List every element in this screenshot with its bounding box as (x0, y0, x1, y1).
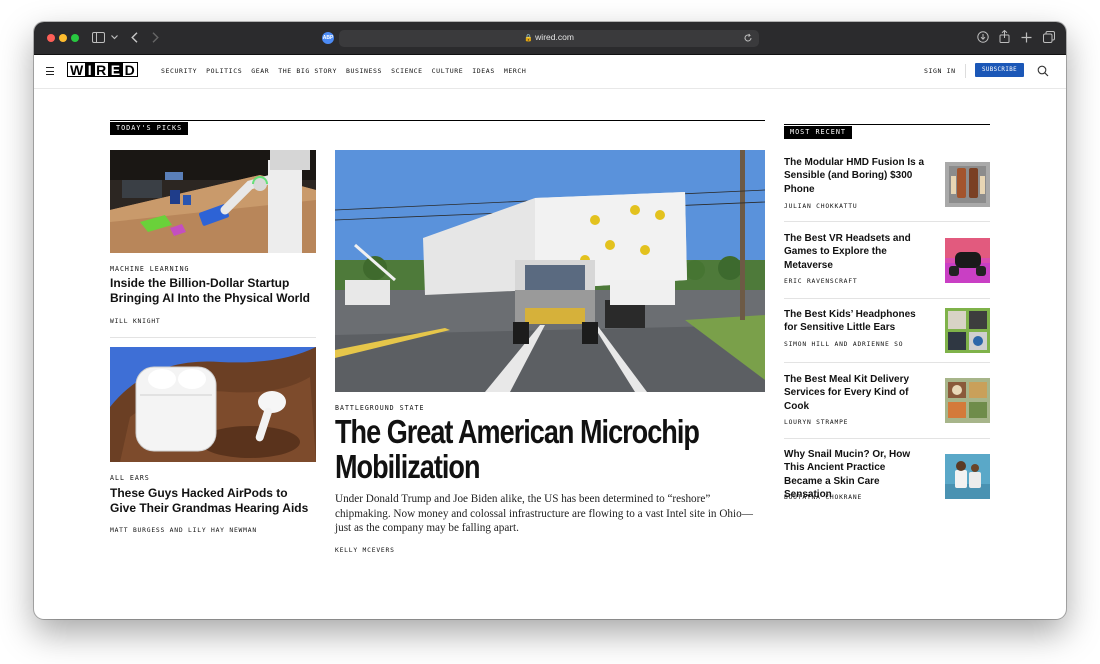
minimize-window-button[interactable] (59, 34, 67, 42)
story-byline[interactable]: WILL KNIGHT (110, 318, 161, 325)
share-icon[interactable] (999, 30, 1010, 43)
kids-headphones-thumbnail[interactable] (945, 308, 990, 353)
recent-divider (784, 298, 990, 299)
recent-headline[interactable]: The Best Kids’ Headphones for Sensitive … (784, 308, 926, 335)
vr-headset-thumbnail[interactable] (945, 238, 990, 283)
nav-politics[interactable]: POLITICS (206, 67, 242, 75)
story-headline[interactable]: Inside the Billion-Dollar Startup Bringi… (110, 276, 310, 305)
sidebar-toggle-icon[interactable] (92, 32, 105, 43)
feature-headline[interactable]: The Great American Microchip Mobilizatio… (335, 414, 745, 484)
nav-ideas[interactable]: IDEAS (472, 67, 495, 75)
chevron-down-icon[interactable] (111, 35, 118, 40)
story-divider (110, 337, 316, 338)
story-kicker[interactable]: ALL EARS (110, 474, 150, 482)
feature-byline[interactable]: KELLY MCEVERS (335, 547, 395, 554)
logo-letter: W (67, 62, 87, 78)
todays-picks-label: TODAY'S PICKS (110, 122, 189, 135)
airpods-story-image[interactable] (110, 347, 316, 462)
url-text: wired.com (535, 32, 574, 42)
nav-gear[interactable]: GEAR (251, 67, 269, 75)
section-rule (110, 120, 765, 121)
zoom-window-button[interactable] (71, 34, 79, 42)
tab-overview-icon[interactable] (1043, 31, 1055, 43)
recent-headline[interactable]: The Best Meal Kit Delivery Services for … (784, 373, 926, 413)
back-arrow-icon[interactable] (131, 32, 138, 43)
address-bar[interactable]: 🔒 wired.com (339, 30, 759, 47)
hmd-phone-thumbnail[interactable] (945, 162, 990, 207)
nav-business[interactable]: BUSINESS (346, 67, 382, 75)
browser-toolbar: ABP 🔒 wired.com (34, 22, 1066, 55)
download-icon[interactable] (977, 31, 989, 43)
recent-byline[interactable]: BOUTAYNA CHOKRANE (784, 494, 862, 501)
recent-divider (784, 362, 990, 363)
wired-logo[interactable]: W I R E D (67, 62, 138, 78)
header-divider (965, 64, 966, 78)
main-nav: SECURITY POLITICS GEAR THE BIG STORY BUS… (161, 67, 526, 75)
nav-security[interactable]: SECURITY (161, 67, 197, 75)
recent-divider (784, 221, 990, 222)
sign-in-link[interactable]: SIGN IN (924, 67, 956, 75)
extension-badge-icon[interactable]: ABP (322, 32, 334, 44)
subscribe-button[interactable]: SUBSCRIBE (975, 63, 1024, 77)
feature-truck-image[interactable] (335, 150, 765, 392)
snail-mucin-thumbnail[interactable] (945, 454, 990, 499)
logo-letter: D (121, 62, 138, 78)
story-kicker[interactable]: MACHINE LEARNING (110, 265, 190, 273)
url-display[interactable]: 🔒 wired.com (339, 32, 759, 42)
recent-headline[interactable]: The Modular HMD Fusion Is a Sensible (an… (784, 156, 926, 196)
recent-byline[interactable]: JULIAN CHOKKATTU (784, 203, 857, 210)
story-byline[interactable]: MATT BURGESS AND LILY HAY NEWMAN (110, 527, 257, 534)
menu-hamburger-icon[interactable] (46, 67, 54, 75)
robot-arm-story-image[interactable] (110, 150, 316, 253)
close-window-button[interactable] (47, 34, 55, 42)
lock-icon: 🔒 (524, 35, 533, 42)
recent-divider (784, 438, 990, 439)
nav-science[interactable]: SCIENCE (391, 67, 423, 75)
browser-window: ABP 🔒 wired.com W I R E D SECURITY POLIT… (34, 22, 1066, 619)
recent-byline[interactable]: ERIC RAVENSCRAFT (784, 278, 857, 285)
nav-merch[interactable]: MERCH (504, 67, 527, 75)
recent-byline[interactable]: SIMON HILL AND ADRIENNE SO (784, 341, 903, 348)
recent-byline[interactable]: LOURYN STRAMPE (784, 419, 848, 426)
section-rule (784, 124, 990, 125)
recent-headline[interactable]: The Best VR Headsets and Games to Explor… (784, 232, 926, 272)
search-icon[interactable] (1037, 65, 1049, 77)
feature-kicker[interactable]: BATTLEGROUND STATE (335, 404, 424, 412)
meal-kit-thumbnail[interactable] (945, 378, 990, 423)
most-recent-label: MOST RECENT (784, 126, 853, 139)
new-tab-plus-icon[interactable] (1021, 32, 1032, 43)
nav-culture[interactable]: CULTURE (432, 67, 464, 75)
site-header: W I R E D SECURITY POLITICS GEAR THE BIG… (34, 55, 1066, 89)
feature-dek[interactable]: Under Donald Trump and Joe Biden alike, … (335, 492, 765, 536)
nav-the-big-story[interactable]: THE BIG STORY (278, 67, 337, 75)
story-headline[interactable]: These Guys Hacked AirPods to Give Their … (110, 486, 310, 515)
forward-arrow-icon[interactable] (152, 32, 159, 43)
reload-icon[interactable] (743, 33, 753, 43)
